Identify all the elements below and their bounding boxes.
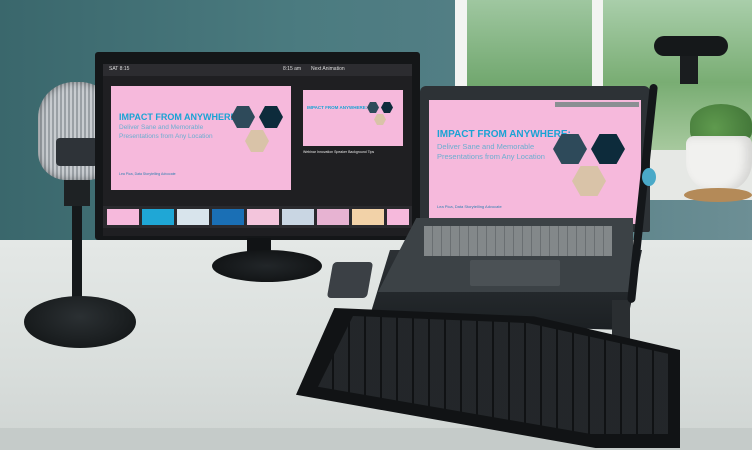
- thumbnail-5[interactable]: [247, 209, 279, 225]
- speaker-notes: Webinar Innovation Speaker Background Ti…: [303, 150, 375, 154]
- plant-pot: [686, 136, 752, 192]
- slide-counter: SAT 8:15: [109, 66, 130, 72]
- laptop-slide-author: Lea Pica, Data Storytelling Advocate: [437, 204, 502, 209]
- external-monitor: SAT 8:15 8:15 am Next Animation IMPACT F…: [95, 52, 420, 240]
- laptop-slide-subtitle-1: Deliver Sane and Memorable: [437, 142, 535, 151]
- laptop-slide-subtitle-2: Presentations from Any Location: [437, 152, 545, 161]
- laptop-base: [378, 218, 633, 292]
- hex-image-small-1: [367, 102, 379, 113]
- next-slide-title: IMPACT FROM ANYWHERE:: [307, 105, 368, 110]
- desk-scene: SAT 8:15 8:15 am Next Animation IMPACT F…: [0, 0, 752, 450]
- current-slide-title: IMPACT FROM ANYWHERE:: [119, 112, 240, 122]
- hex-image-small-2: [381, 102, 393, 113]
- hex-photo: [245, 130, 269, 152]
- hex-image-1: [231, 106, 255, 128]
- monitor-stand-base: [212, 250, 322, 282]
- next-animation-label: Next Animation: [311, 66, 345, 72]
- laptop-trackpad: [470, 260, 560, 286]
- slide-thumbnail-strip: [103, 206, 412, 228]
- current-slide-subtitle-1: Deliver Sane and Memorable: [119, 124, 204, 131]
- current-slide-author: Lea Pica, Data Storytelling Advocate: [119, 172, 176, 176]
- webcam-mount: [680, 56, 698, 84]
- laptop-keyboard: [424, 226, 612, 256]
- presenter-toolbar: SAT 8:15 8:15 am Next Animation: [103, 64, 412, 76]
- hex-image-2: [259, 106, 283, 128]
- microphone-badge: [56, 138, 98, 166]
- figurine: [642, 168, 656, 186]
- thumbnail-9[interactable]: [387, 209, 409, 225]
- laptop-hex-image-2: [591, 134, 625, 164]
- thumbnail-1[interactable]: [107, 209, 139, 225]
- presenter-view-screen: SAT 8:15 8:15 am Next Animation IMPACT F…: [103, 64, 412, 236]
- thumbnail-3[interactable]: [177, 209, 209, 225]
- current-slide: IMPACT FROM ANYWHERE: Deliver Sane and M…: [111, 86, 291, 190]
- laptop-screen: IMPACT FROM ANYWHERE: Deliver Sane and M…: [429, 100, 641, 224]
- current-slide-subtitle-2: Presentations from Any Location: [119, 133, 213, 140]
- thumbnail-8[interactable]: [352, 209, 384, 225]
- thumbnail-7[interactable]: [317, 209, 349, 225]
- hex-photo-small: [374, 114, 386, 125]
- elapsed-time: 8:15 am: [283, 66, 302, 72]
- laptop: IMPACT FROM ANYWHERE: Deliver Sane and M…: [420, 86, 650, 232]
- next-slide: IMPACT FROM ANYWHERE:: [303, 90, 403, 146]
- thumbnail-4[interactable]: [212, 209, 244, 225]
- laptop-slide-title: IMPACT FROM ANYWHERE:: [437, 129, 571, 140]
- thumbnail-2[interactable]: [142, 209, 174, 225]
- hub-device: [326, 262, 374, 298]
- webcam: [654, 36, 728, 56]
- laptop-hex-photo: [572, 166, 606, 196]
- microphone-neck: [64, 180, 90, 206]
- plant-saucer: [684, 188, 752, 202]
- laptop-toolbar: [555, 102, 639, 107]
- thumbnail-6[interactable]: [282, 209, 314, 225]
- microphone-stand-pole: [72, 206, 82, 306]
- microphone-stand-base: [24, 296, 136, 348]
